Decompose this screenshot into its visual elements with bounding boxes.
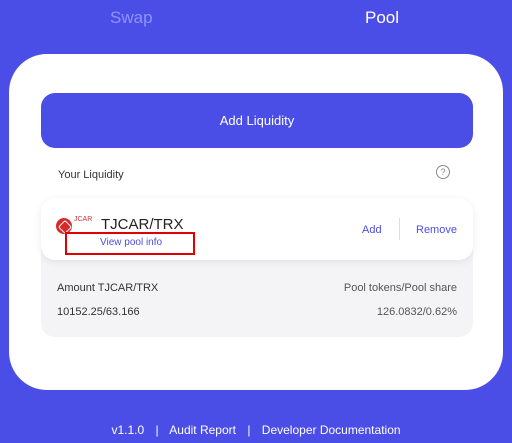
liquidity-position: JCAR TJCAR/TRX View pool info Add Remove… xyxy=(41,198,473,337)
footer-separator: | xyxy=(155,423,159,437)
amount-value: 10152.25/63.166 xyxy=(57,306,140,318)
add-button[interactable]: Add xyxy=(362,224,382,236)
your-liquidity-label: Your Liquidity xyxy=(58,169,124,181)
add-liquidity-button[interactable]: Add Liquidity xyxy=(41,93,473,148)
remove-button[interactable]: Remove xyxy=(416,224,457,236)
pool-share-value: 126.0832/0.62% xyxy=(376,306,457,318)
top-tabs: Swap Pool xyxy=(0,6,512,34)
tab-swap[interactable]: Swap xyxy=(110,8,153,28)
developer-docs-link[interactable]: Developer Documentation xyxy=(262,423,401,437)
position-header: JCAR TJCAR/TRX View pool info Add Remove xyxy=(41,198,473,260)
pool-card: Add Liquidity Your Liquidity ? JCAR TJCA… xyxy=(9,54,503,390)
amount-label: Amount TJCAR/TRX xyxy=(57,282,159,294)
version-link[interactable]: v1.1.0 xyxy=(111,423,144,437)
highlight-box xyxy=(65,232,195,255)
divider xyxy=(399,218,400,240)
audit-report-link[interactable]: Audit Report xyxy=(169,423,236,437)
tab-pool[interactable]: Pool xyxy=(365,8,399,28)
footer-separator: | xyxy=(247,423,251,437)
pool-share-label: Pool tokens/Pool share xyxy=(343,282,457,294)
help-icon[interactable]: ? xyxy=(436,165,450,179)
pair-name: TJCAR/TRX xyxy=(101,216,184,233)
footer: v1.1.0 | Audit Report | Developer Docume… xyxy=(0,423,512,437)
token-logo-text: JCAR xyxy=(74,216,93,223)
